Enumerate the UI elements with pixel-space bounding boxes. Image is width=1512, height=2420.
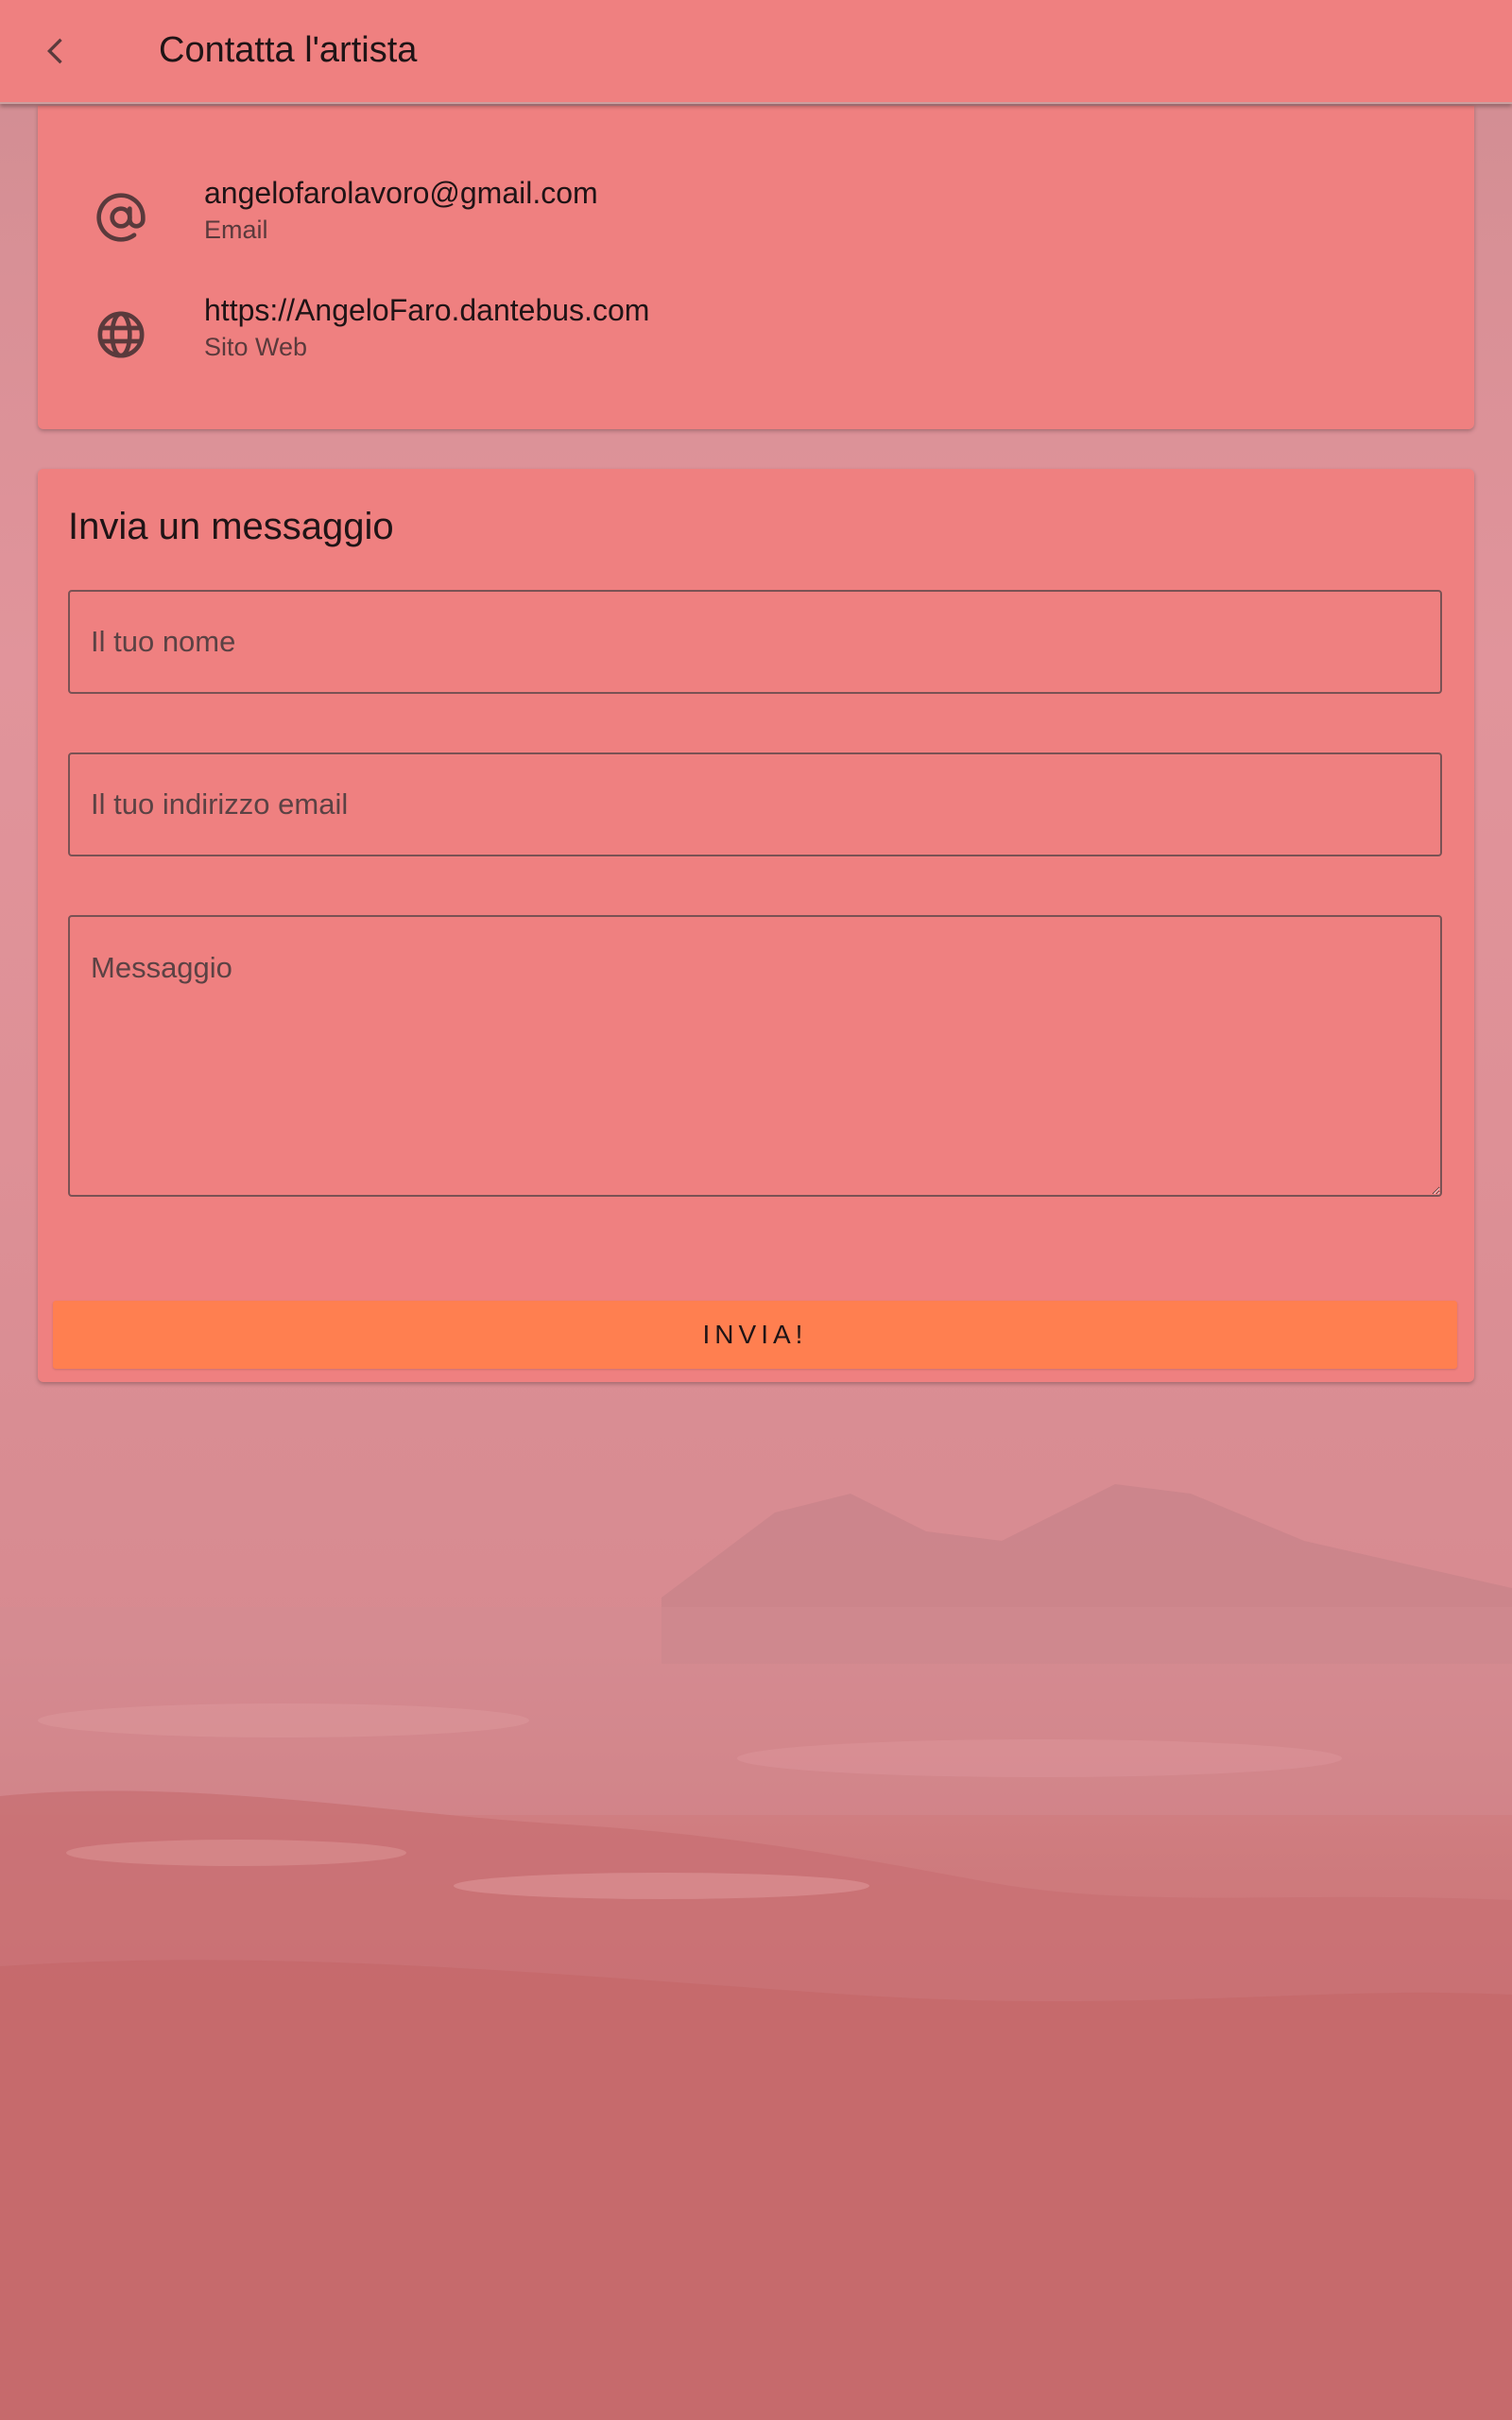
website-value: https://AngeloFaro.dantebus.com xyxy=(204,293,650,327)
back-button[interactable] xyxy=(23,17,91,85)
email-label: Email xyxy=(204,216,268,244)
send-button[interactable]: INVIA! xyxy=(53,1301,1457,1369)
email-value: angelofarolavoro@gmail.com xyxy=(204,176,598,210)
contact-row-website[interactable]: https://AngeloFaro.dantebus.com Sito Web xyxy=(38,291,1474,386)
message-form-card: Invia un messaggio INVIA! xyxy=(38,469,1474,1382)
contact-row-email[interactable]: angelofarolavoro@gmail.com Email xyxy=(38,174,1474,268)
chevron-left-icon xyxy=(47,38,62,64)
website-label: Sito Web xyxy=(204,333,308,361)
email-input[interactable] xyxy=(68,752,1442,856)
message-textarea[interactable] xyxy=(68,915,1442,1197)
form-title: Invia un messaggio xyxy=(68,506,394,547)
globe-icon xyxy=(97,311,145,358)
at-sign-icon xyxy=(96,193,146,242)
app-bar: Contatta l'artista xyxy=(0,0,1512,104)
contact-info-card: angelofarolavoro@gmail.com Email https:/… xyxy=(38,106,1474,429)
page-title: Contatta l'artista xyxy=(159,30,418,70)
name-input[interactable] xyxy=(68,590,1442,694)
